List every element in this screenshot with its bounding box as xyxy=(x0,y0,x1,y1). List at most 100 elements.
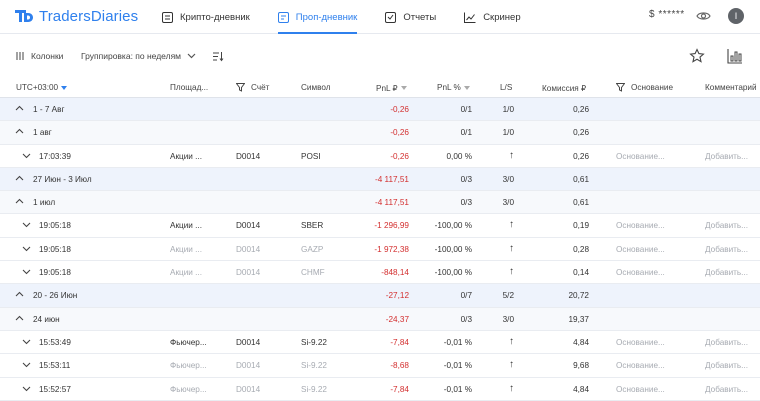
reports-icon xyxy=(385,11,397,23)
week-group-row[interactable]: 20 - 26 Июн -27,12 0/7 5/2 20,72 xyxy=(0,284,760,308)
col-commission[interactable]: Комиссия ₽ xyxy=(542,83,586,93)
reason-cell[interactable]: Основание... xyxy=(616,361,665,370)
trade-row[interactable]: 15:53:11 Фьючер... D0014 Si-9.22 -8,68 -0,01 … xyxy=(0,354,760,378)
account-cell: D0014 xyxy=(236,384,261,394)
comment-cell[interactable]: Добавить... xyxy=(705,268,748,277)
col-symbol[interactable]: Символ xyxy=(301,83,331,92)
nav-label: Крипто-дневник xyxy=(180,11,250,23)
pnl-cell: -0,26 xyxy=(390,105,409,114)
reason-cell[interactable]: Основание... xyxy=(616,338,665,347)
avatar[interactable]: I xyxy=(728,8,744,24)
table-body: 1 - 7 Авг -0,26 0/1 1/0 0,26 1 авг -0,26 0/1 1/0… xyxy=(0,98,760,401)
chevron-up-icon[interactable] xyxy=(15,197,24,206)
col-commission-label: Комиссия ₽ xyxy=(542,84,587,93)
pnl-cell: -24,37 xyxy=(385,314,409,324)
eye-icon[interactable] xyxy=(696,9,711,23)
trade-row[interactable]: 15:53:49 Фьючер... D0014 Si-9.22 -7,84 -0,01 … xyxy=(0,331,760,355)
app-logo[interactable]: TradersDiaries xyxy=(14,7,138,25)
prop-diary-icon xyxy=(277,11,289,23)
chevron-down-icon[interactable] xyxy=(22,220,31,229)
commission-cell: 4,84 xyxy=(573,337,589,347)
chevron-down-icon[interactable] xyxy=(22,384,31,393)
col-ls[interactable]: L/S xyxy=(500,83,512,92)
comment-cell[interactable]: Добавить... xyxy=(705,361,748,370)
account-cell: D0014 xyxy=(236,151,261,161)
commission-cell: 0,19 xyxy=(573,221,589,231)
pnl-cell: -8,68 xyxy=(390,361,409,371)
col-time-label: UTC+03:00 xyxy=(16,83,59,92)
nav-label: Отчеты xyxy=(403,11,437,23)
ls-cell: ↑ xyxy=(509,266,514,278)
columns-label: Колонки xyxy=(31,51,64,61)
chevron-down-icon[interactable] xyxy=(22,244,31,253)
platform-cell: Акции ... xyxy=(170,268,202,278)
col-pnl-pct[interactable]: PnL % xyxy=(437,83,470,92)
chevron-up-icon[interactable] xyxy=(15,290,24,299)
col-account[interactable]: Счёт xyxy=(236,83,269,92)
time-cell: 24 июн xyxy=(33,314,60,324)
grouping-select[interactable]: Группировка: по неделям xyxy=(81,51,196,61)
chevron-up-icon[interactable] xyxy=(15,104,24,113)
platform-cell: Акции ... xyxy=(170,244,202,254)
symbol-cell: Si-9.22 xyxy=(301,337,327,347)
chevron-down-icon[interactable] xyxy=(22,151,31,160)
day-group-row[interactable]: 24 июн -24,37 0/3 3/0 19,37 xyxy=(0,307,760,331)
chevron-down-icon[interactable] xyxy=(22,267,31,276)
reason-cell[interactable]: Основание... xyxy=(616,152,665,161)
columns-button[interactable]: Колонки xyxy=(15,51,63,61)
reason-cell[interactable]: Основание... xyxy=(616,221,665,230)
chevron-down-icon[interactable] xyxy=(22,337,31,346)
col-comment[interactable]: Комментарий xyxy=(705,83,757,92)
sort-lines-icon xyxy=(213,52,224,62)
chevron-up-icon[interactable] xyxy=(15,314,24,323)
star-icon[interactable] xyxy=(689,48,705,64)
col-time[interactable]: UTC+03:00 xyxy=(16,83,68,92)
reason-cell[interactable]: Основание... xyxy=(616,385,665,394)
comment-cell[interactable]: Добавить... xyxy=(705,221,748,230)
nav-prop-diary[interactable]: Проп-дневник xyxy=(277,0,357,34)
pnl-pct-cell: -0,01 % xyxy=(443,384,472,394)
bar-chart-icon[interactable] xyxy=(727,48,743,64)
trade-row[interactable]: 17:03:39 Акции ... D0014 POSI -0,26 0,00 % ↑ 0,… xyxy=(0,145,760,168)
account-cell: D0014 xyxy=(236,268,261,278)
trade-row[interactable]: 19:05:18 Акции ... D0014 GAZP -1 972,38 -100,… xyxy=(0,238,760,262)
top-bar: TradersDiaries Крипто-дневник Проп-дневн… xyxy=(0,0,760,34)
platform-cell: Акции ... xyxy=(170,151,202,161)
week-group-row[interactable]: 27 Июн - 3 Июл -4 117,51 0/3 3/0 0,61 xyxy=(0,167,760,192)
pnl-pct-cell: -100,00 % xyxy=(434,244,472,254)
ls-cell: 1/0 xyxy=(502,105,514,114)
filter-icon xyxy=(616,83,625,92)
sort-button[interactable] xyxy=(212,51,230,62)
col-reason[interactable]: Основание xyxy=(616,83,673,92)
comment-cell[interactable]: Добавить... xyxy=(705,385,748,394)
nav-crypto-diary[interactable]: Крипто-дневник xyxy=(162,0,250,34)
reason-cell[interactable]: Основание... xyxy=(616,268,665,277)
nav-reports[interactable]: Отчеты xyxy=(385,0,436,34)
account-cell: D0014 xyxy=(236,361,261,371)
comment-cell[interactable]: Добавить... xyxy=(705,245,748,254)
pnl-cell: -4 117,51 xyxy=(375,198,409,208)
sort-down-icon xyxy=(463,85,470,90)
main-nav: Крипто-дневник Проп-дневник Отчеты Скрин… xyxy=(162,0,549,34)
trade-row[interactable]: 19:05:18 Акции ... D0014 SBER -1 296,99 -100,… xyxy=(0,214,760,238)
time-cell: 15:53:49 xyxy=(39,337,71,347)
trade-row[interactable]: 19:05:18 Акции ... D0014 CHMF -848,14 -100,00… xyxy=(0,261,760,285)
day-group-row[interactable]: 1 июл -4 117,51 0/3 3/0 0,61 xyxy=(0,191,760,215)
col-pnl-label: PnL ₽ xyxy=(376,84,398,93)
comment-cell[interactable]: Добавить... xyxy=(705,152,748,161)
week-group-row[interactable]: 1 - 7 Авг -0,26 0/1 1/0 0,26 xyxy=(0,98,760,122)
trade-row[interactable]: 15:52:57 Фьючер... D0014 Si-9.22 -7,84 -0,01 … xyxy=(0,378,760,401)
comment-cell[interactable]: Добавить... xyxy=(705,338,748,347)
col-platform[interactable]: Площад... xyxy=(170,83,208,92)
time-cell: 1 июл xyxy=(33,198,56,208)
account-cell: D0014 xyxy=(236,221,261,231)
logo-icon xyxy=(15,10,33,22)
ls-cell: 1/0 xyxy=(502,128,514,138)
nav-screener[interactable]: Скринер xyxy=(464,0,521,34)
chevron-up-icon[interactable] xyxy=(15,127,24,136)
reason-cell[interactable]: Основание... xyxy=(616,245,665,254)
col-pnl[interactable]: PnL ₽ xyxy=(376,83,407,93)
day-group-row[interactable]: 1 авг -0,26 0/1 1/0 0,26 xyxy=(0,121,760,145)
chevron-up-icon[interactable] xyxy=(15,174,24,183)
chevron-down-icon[interactable] xyxy=(22,360,31,369)
